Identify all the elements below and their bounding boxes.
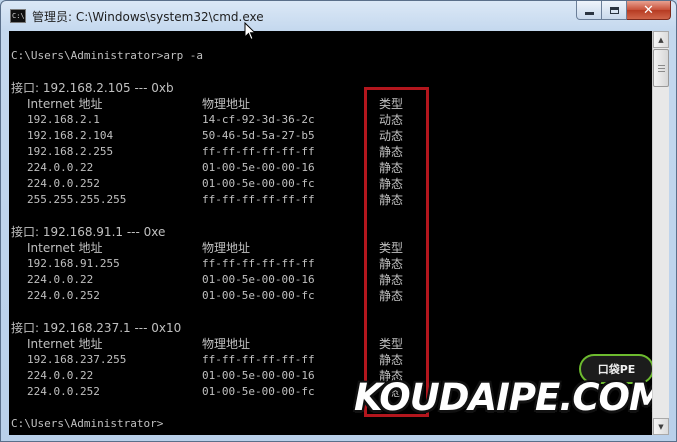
cmd-window: C:\ 管理员: C:\Windows\system32\cmd.exe ✕ C… (0, 0, 677, 442)
close-button[interactable]: ✕ (627, 1, 671, 20)
mac-address: ff-ff-ff-ff-ff-ff (202, 145, 315, 158)
caption-buttons: ✕ (576, 1, 671, 21)
minimize-button[interactable] (576, 1, 602, 20)
maximize-icon (609, 6, 619, 14)
watermark: 口袋PE KOUDAIPE.COM (354, 354, 652, 424)
ip-address: 255.255.255.255 (27, 193, 127, 206)
mac-address: 50-46-5d-5a-27-b5 (202, 129, 315, 142)
mac-address: 01-00-5e-00-00-fc (202, 289, 315, 302)
grip-line (658, 68, 665, 69)
watermark-text: KOUDAIPE.COM (354, 376, 652, 419)
scroll-up-button[interactable]: ▲ (653, 31, 669, 48)
mouse-cursor-icon (244, 22, 257, 41)
ip-address: 224.0.0.252 (27, 289, 100, 302)
ip-address: 192.168.237.255 (27, 353, 127, 366)
ip-address: 224.0.0.22 (27, 161, 94, 174)
mac-address: 14-cf-92-3d-36-2c (202, 113, 315, 126)
vertical-scrollbar[interactable]: ▲ ▼ (652, 31, 669, 435)
ip-address: 192.168.2.1 (27, 113, 100, 126)
cmd-app-icon[interactable]: C:\ (10, 9, 26, 23)
physical-column-header: 物理地址 (202, 337, 251, 351)
minimize-icon (584, 12, 594, 15)
grip-line (658, 65, 665, 66)
interface-header-text: 接口: 192.168.91.1 --- 0xe (11, 225, 166, 239)
arrow-down-icon: ▼ (658, 422, 664, 431)
arrow-up-icon: ▲ (658, 35, 664, 44)
interface-header-text: 接口: 192.168.2.105 --- 0xb (11, 81, 174, 95)
mac-address: 01-00-5e-00-00-16 (202, 273, 315, 286)
command-prompt-line: C:\Users\Administrator>arp -a (11, 49, 204, 62)
mac-address: 01-00-5e-00-00-16 (202, 161, 315, 174)
mac-address: ff-ff-ff-ff-ff-ff (202, 193, 315, 206)
internet-column-header: Internet 地址 (27, 241, 103, 255)
title-bar[interactable]: C:\ 管理员: C:\Windows\system32\cmd.exe ✕ (1, 1, 676, 31)
mac-address: ff-ff-ff-ff-ff-ff (202, 257, 315, 270)
ip-address: 192.168.91.255 (27, 257, 120, 270)
ip-address: 224.0.0.22 (27, 369, 94, 382)
ip-address: 224.0.0.252 (27, 385, 100, 398)
ip-address: 224.0.0.252 (27, 177, 100, 190)
console-output[interactable]: C:\Users\Administrator>arp -a 接口: 192.16… (9, 31, 652, 435)
mac-address: ff-ff-ff-ff-ff-ff (202, 353, 315, 366)
scroll-down-button[interactable]: ▼ (653, 418, 669, 435)
command-prompt-line: C:\Users\Administrator> (11, 417, 164, 430)
close-icon: ✕ (643, 2, 654, 18)
grip-line (658, 71, 665, 72)
physical-column-header: 物理地址 (202, 97, 251, 111)
physical-column-header: 物理地址 (202, 241, 251, 255)
mac-address: 01-00-5e-00-00-fc (202, 177, 315, 190)
internet-column-header: Internet 地址 (27, 337, 103, 351)
ip-address: 192.168.2.255 (27, 145, 114, 158)
mac-address: 01-00-5e-00-00-fc (202, 385, 315, 398)
mac-address: 01-00-5e-00-00-16 (202, 369, 315, 382)
ip-address: 224.0.0.22 (27, 273, 94, 286)
scrollbar-thumb[interactable] (653, 49, 669, 87)
interface-header-text: 接口: 192.168.237.1 --- 0x10 (11, 321, 182, 335)
window-title: 管理员: C:\Windows\system32\cmd.exe (32, 10, 264, 24)
maximize-button[interactable] (602, 1, 627, 20)
internet-column-header: Internet 地址 (27, 97, 103, 111)
ip-address: 192.168.2.104 (27, 129, 114, 142)
